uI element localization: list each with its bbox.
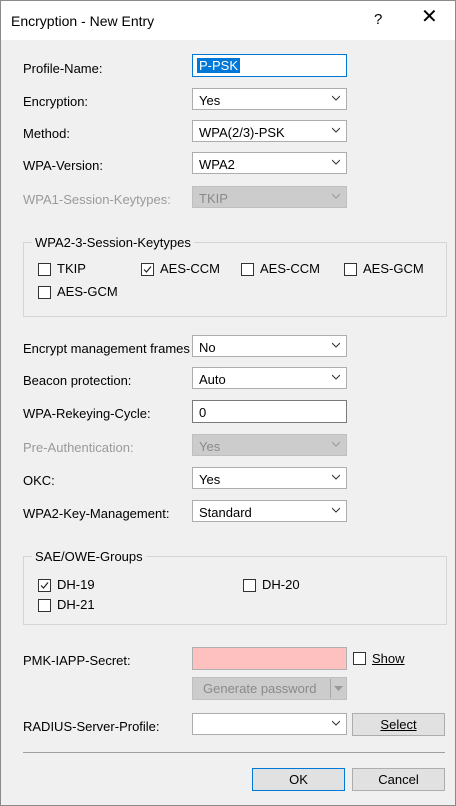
chevron-down-icon xyxy=(332,159,340,165)
encrypt-mgmt-value: No xyxy=(199,340,216,355)
aes-ccm-128-checkbox[interactable] xyxy=(141,263,154,276)
preauth-value: Yes xyxy=(199,439,221,454)
select-label: Select xyxy=(380,717,417,732)
aes-ccm-256-checkbox[interactable] xyxy=(241,263,254,276)
encryption-label: Encryption: xyxy=(23,94,89,109)
dh20-checkbox[interactable] xyxy=(243,579,256,592)
aes-gcm-128-label-clip: AES-GCM xyxy=(363,261,435,276)
dialog-window: Encryption - New Entry ? ✕ Profile-Name:… xyxy=(0,0,456,806)
beacon-value: Auto xyxy=(199,372,226,387)
okc-dropdown[interactable]: Yes xyxy=(192,467,347,489)
wpa2-km-dropdown[interactable]: Standard xyxy=(192,500,347,522)
method-dropdown[interactable]: WPA(2/3)-PSK xyxy=(192,120,347,142)
wpa-version-value: WPA2 xyxy=(199,157,235,172)
aes-gcm-256-label-clip: AES-GCM xyxy=(57,284,129,299)
window-title: Encryption - New Entry xyxy=(11,13,155,29)
chevron-down-icon xyxy=(332,127,340,133)
aes-ccm-256-label-clip: AES-CCM xyxy=(260,261,332,276)
tkip-label: TKIP xyxy=(57,261,86,276)
rekey-value: 0 xyxy=(199,405,207,420)
chevron-down-icon xyxy=(332,342,340,348)
okc-label: OKC: xyxy=(23,473,55,488)
encrypt-mgmt-dropdown[interactable]: No xyxy=(192,335,347,357)
cancel-button[interactable]: Cancel xyxy=(352,768,445,791)
profile-name-value: P-PSK xyxy=(197,58,241,73)
wpa1-session-value: TKIP xyxy=(199,191,228,206)
title-bar: Encryption - New Entry ? ✕ xyxy=(1,1,455,40)
tkip-checkbox[interactable] xyxy=(38,263,51,276)
dh20-label: DH-20 xyxy=(262,577,300,592)
show-label[interactable]: Show xyxy=(372,651,405,666)
pmk-secret-input[interactable] xyxy=(192,647,347,670)
dh19-label: DH-19 xyxy=(57,577,95,592)
okc-value: Yes xyxy=(199,472,221,487)
close-icon[interactable]: ✕ xyxy=(421,7,438,27)
beacon-dropdown[interactable]: Auto xyxy=(192,367,347,389)
aes-ccm-128-label: AES-CCM xyxy=(160,261,220,276)
aes-gcm-128-checkbox[interactable] xyxy=(344,263,357,276)
chevron-down-icon[interactable] xyxy=(334,684,343,693)
check-icon xyxy=(40,582,49,589)
preauth-label: Pre-Authentication: xyxy=(23,440,134,455)
chevron-down-icon xyxy=(332,374,340,380)
rekey-label: WPA-Rekeying-Cycle: xyxy=(23,406,151,421)
beacon-label: Beacon protection: xyxy=(23,373,132,388)
profile-name-label: Profile-Name: xyxy=(23,61,103,76)
split-divider xyxy=(330,679,331,698)
dh21-checkbox[interactable] xyxy=(38,599,51,612)
cancel-label: Cancel xyxy=(378,772,419,787)
wpa23-session-keytypes-group: WPA2-3-Session-Keytypes xyxy=(23,235,447,317)
rekey-input[interactable]: 0 xyxy=(192,400,347,423)
ok-label: OK xyxy=(289,772,308,787)
check-icon xyxy=(143,266,152,273)
aes-gcm-256-label: AES-GCM xyxy=(57,284,118,299)
method-label: Method: xyxy=(23,126,70,141)
wpa2-km-value: Standard xyxy=(199,505,252,520)
wpa1-session-dropdown[interactable]: TKIP xyxy=(192,186,347,208)
wpa2-km-label: WPA2-Key-Management: xyxy=(23,506,170,521)
sae-group-title: SAE/OWE-Groups xyxy=(32,549,146,564)
footer-separator xyxy=(23,752,445,753)
radius-profile-dropdown[interactable] xyxy=(192,713,347,735)
dh19-checkbox[interactable] xyxy=(38,579,51,592)
encryption-value: Yes xyxy=(199,93,221,108)
wpa-version-dropdown[interactable]: WPA2 xyxy=(192,152,347,174)
pmk-label: PMK-IAPP-Secret: xyxy=(23,653,131,668)
chevron-down-icon xyxy=(332,193,340,199)
chevron-down-icon xyxy=(332,720,340,726)
aes-gcm-256-checkbox[interactable] xyxy=(38,286,51,299)
radius-label: RADIUS-Server-Profile: xyxy=(23,719,160,734)
select-button[interactable]: Select xyxy=(352,713,445,736)
generate-password-label: Generate password xyxy=(203,681,317,696)
profile-name-input[interactable]: P-PSK xyxy=(192,54,347,77)
chevron-down-icon xyxy=(332,441,340,447)
help-button[interactable]: ? xyxy=(374,11,382,28)
wpa-version-label: WPA-Version: xyxy=(23,158,103,173)
chevron-down-icon xyxy=(332,474,340,480)
wpa23-group-title: WPA2-3-Session-Keytypes xyxy=(32,235,194,250)
aes-gcm-128-label: AES-GCM xyxy=(363,261,424,276)
encrypt-mgmt-label: Encrypt management frames xyxy=(23,341,190,356)
aes-ccm-256-label: AES-CCM xyxy=(260,261,320,276)
chevron-down-icon xyxy=(332,95,340,101)
ok-button[interactable]: OK xyxy=(252,768,345,791)
wpa1-session-label: WPA1-Session-Keytypes: xyxy=(23,192,171,207)
encryption-dropdown[interactable]: Yes xyxy=(192,88,347,110)
aes-ccm-128-label-clip: AES-CCM xyxy=(160,261,232,276)
method-value: WPA(2/3)-PSK xyxy=(199,125,285,140)
preauth-dropdown[interactable]: Yes xyxy=(192,434,347,456)
dh21-label: DH-21 xyxy=(57,597,95,612)
generate-password-button[interactable]: Generate password xyxy=(192,677,347,700)
show-checkbox[interactable] xyxy=(353,652,366,665)
chevron-down-icon xyxy=(332,507,340,513)
